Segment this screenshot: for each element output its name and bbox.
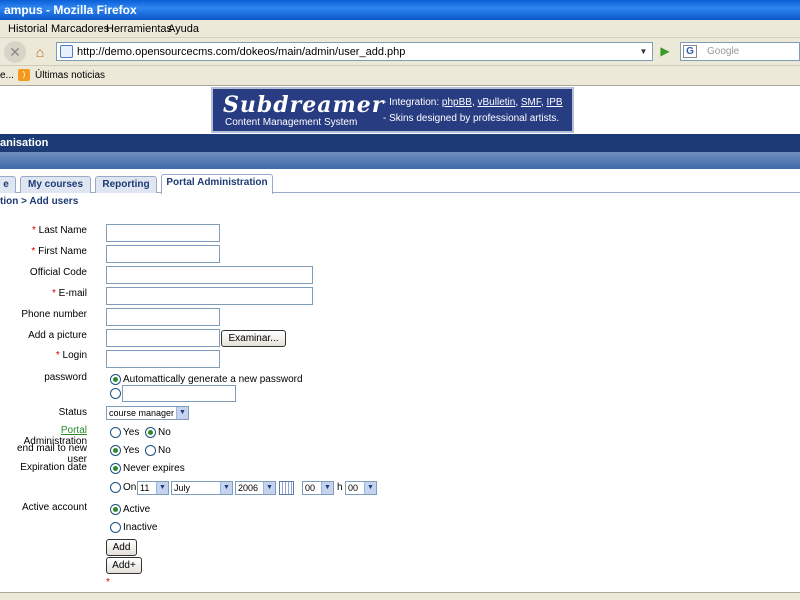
browse-button[interactable]: Examinar... <box>221 330 286 347</box>
active-text: Active <box>123 504 151 515</box>
organisation-header: anisation <box>0 134 800 152</box>
password-input[interactable] <box>122 385 236 402</box>
banner-link-phpbb[interactable]: phpBB <box>442 97 472 108</box>
menu-ayuda[interactable]: Ayuda <box>168 23 199 35</box>
bookmark-item[interactable]: e... <box>0 70 14 81</box>
month-select[interactable]: July ▼ <box>171 481 233 495</box>
chevron-down-icon: ▼ <box>220 482 232 494</box>
stop-icon[interactable]: ✕ <box>4 41 26 63</box>
tab-portal-administration[interactable]: Portal Administration <box>161 174 273 194</box>
status-select[interactable]: course manager ▼ <box>106 406 189 420</box>
google-search-engine-icon[interactable]: G <box>683 45 697 58</box>
send-mail-no-text: No <box>158 445 171 456</box>
platform-admin-no-radio[interactable] <box>145 427 156 438</box>
inactive-radio[interactable] <box>110 522 121 533</box>
never-expires-text: Never expires <box>123 463 185 474</box>
email-input[interactable] <box>106 287 313 305</box>
add-plus-button[interactable]: Add+ <box>106 557 142 574</box>
login-input[interactable] <box>106 350 220 368</box>
never-expires-radio[interactable] <box>110 463 121 474</box>
calendar-icon[interactable] <box>279 481 294 495</box>
minute-select[interactable]: 00 ▼ <box>345 481 377 495</box>
breadcrumb[interactable]: tion > Add users <box>0 196 78 207</box>
auto-password-radio[interactable] <box>110 374 121 385</box>
rss-feed-icon: ) <box>18 69 30 81</box>
send-mail-yes-text: Yes <box>123 445 140 456</box>
home-icon[interactable]: ⌂ <box>29 41 51 63</box>
tab-reporting[interactable]: Reporting <box>95 176 157 193</box>
portal-link[interactable]: Portal <box>61 425 87 436</box>
active-radio[interactable] <box>110 504 121 515</box>
navigation-toolbar: ✕ ⌂ http://demo.opensourcecms.com/dokeos… <box>0 38 800 66</box>
chevron-down-icon: ▼ <box>321 482 333 494</box>
first-name-label: * First Name <box>31 246 87 257</box>
day-select[interactable]: 11 ▼ <box>137 481 169 495</box>
year-select[interactable]: 2006 ▼ <box>235 481 276 495</box>
hour-suffix: h <box>337 482 343 493</box>
bookmarks-toolbar: e... ) Últimas noticias <box>0 66 800 86</box>
auto-password-text: Automattically generate a new password <box>123 374 303 385</box>
chevron-down-icon: ▼ <box>364 482 376 494</box>
official-code-label: Official Code <box>29 267 87 278</box>
inactive-text: Inactive <box>123 522 158 533</box>
url-text: http://demo.opensourcecms.com/dokeos/mai… <box>77 46 406 58</box>
phone-label: Phone number <box>21 309 87 320</box>
search-box[interactable]: G Google <box>680 42 800 61</box>
status-label: Status <box>58 407 87 418</box>
phone-input[interactable] <box>106 308 220 326</box>
banner-subtitle: Content Management System <box>225 117 358 128</box>
url-dropdown-icon[interactable]: ▼ <box>637 45 650 58</box>
email-label: * E-mail <box>51 288 87 299</box>
active-account-label: Active account <box>21 502 87 513</box>
banner-link-vbulletin[interactable]: vBulletin <box>478 97 516 108</box>
send-mail-no-radio[interactable] <box>145 445 156 456</box>
platform-admin-yes-radio[interactable] <box>110 427 121 438</box>
last-name-input[interactable] <box>106 224 220 242</box>
chevron-down-icon: ▼ <box>156 482 168 494</box>
status-bar <box>0 592 800 600</box>
manual-password-radio[interactable] <box>110 388 121 399</box>
send-mail-yes-radio[interactable] <box>110 445 121 456</box>
window-title: ampus - Mozilla Firefox <box>0 0 800 20</box>
banner-link-ipb[interactable]: IPB <box>546 97 562 108</box>
tab-home[interactable]: e <box>0 176 16 193</box>
banner-skins-line: - Skins designed by professional artists… <box>383 113 560 124</box>
platform-admin-yes-text: Yes <box>123 427 140 438</box>
official-code-input[interactable] <box>106 266 313 284</box>
platform-admin-no-text: No <box>158 427 171 438</box>
menu-historial[interactable]: Historial <box>8 23 48 35</box>
bookmark-latest-news[interactable]: Últimas noticias <box>35 70 105 81</box>
add-button[interactable]: Add <box>106 539 137 556</box>
site-favicon-icon <box>60 45 73 58</box>
chevron-down-icon: ▼ <box>263 482 275 494</box>
banner-link-smf[interactable]: SMF <box>521 97 541 108</box>
banner-integration-line: - Integration: phpBB, vBulletin, SMF, IP… <box>383 97 563 108</box>
tab-bar: e My courses Reporting Portal Administra… <box>0 169 800 194</box>
menu-herramientas[interactable]: Herramientas <box>106 23 172 35</box>
banner-logo: Subdreamer <box>223 92 385 118</box>
chevron-down-icon: ▼ <box>176 407 188 419</box>
expires-on-radio[interactable] <box>110 482 121 493</box>
go-arrow-icon[interactable]: ▶ <box>657 43 673 59</box>
expires-on-text: On <box>123 482 137 493</box>
hour-select[interactable]: 00 ▼ <box>302 481 334 495</box>
picture-label: Add a picture <box>28 330 87 341</box>
tab-my-courses[interactable]: My courses <box>20 176 91 193</box>
header-stripe <box>0 152 800 169</box>
login-label: * Login <box>55 350 87 361</box>
last-name-label: * Last Name <box>31 225 87 236</box>
first-name-input[interactable] <box>106 245 220 263</box>
advert-banner[interactable]: Subdreamer Content Management System - I… <box>211 87 574 133</box>
picture-file-input[interactable] <box>106 329 220 347</box>
expiration-label: Expiration date <box>20 462 87 473</box>
menu-bar: Historial Marcadores Herramientas Ayuda <box>0 20 800 38</box>
search-placeholder: Google <box>707 46 740 57</box>
menu-marcadores[interactable]: Marcadores <box>51 23 109 35</box>
password-label: password <box>44 372 87 383</box>
url-bar[interactable]: http://demo.opensourcecms.com/dokeos/mai… <box>56 42 653 61</box>
required-note-star: * <box>106 577 110 588</box>
